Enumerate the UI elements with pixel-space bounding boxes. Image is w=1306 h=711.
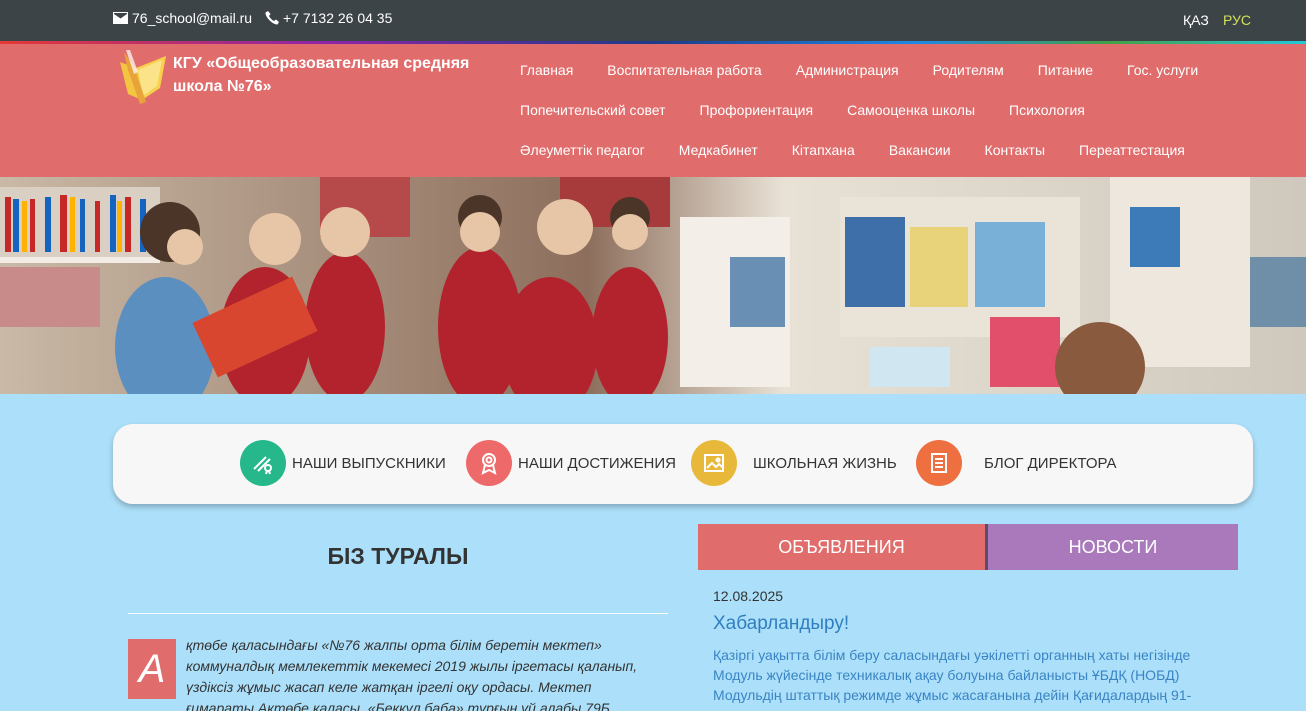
feature-label: НАШИ ДОСТИЖЕНИЯ: [518, 454, 676, 472]
about-dropcap: А: [128, 639, 176, 699]
image-icon: [691, 440, 737, 486]
top-bar: 76_school@mail.ru +7 7132 26 04 35 ҚАЗ Р…: [0, 0, 1306, 41]
nav-row: Главная Воспитательная работа Администра…: [503, 50, 1223, 90]
nav-item-home[interactable]: Главная: [503, 62, 590, 78]
nav-item-educational-work[interactable]: Воспитательная работа: [590, 62, 778, 78]
award-icon: [466, 440, 512, 486]
email-contact[interactable]: 76_school@mail.ru: [113, 10, 252, 26]
nav-item-contacts[interactable]: Контакты: [968, 142, 1062, 158]
phone-icon: [265, 11, 279, 25]
diploma-icon: [240, 440, 286, 486]
tab-news[interactable]: НОВОСТИ: [988, 524, 1238, 570]
main-nav: Главная Воспитательная работа Администра…: [503, 50, 1223, 170]
nav-item-administration[interactable]: Администрация: [779, 62, 916, 78]
nav-item-self-assessment[interactable]: Самооценка школы: [830, 102, 992, 118]
nav-row: Попечительский совет Профориентация Само…: [503, 90, 1223, 130]
site-header: КГУ «Общеобразовательная средняя школа №…: [0, 44, 1306, 177]
lang-kaz-link[interactable]: ҚАЗ: [1183, 12, 1209, 28]
school-name[interactable]: КГУ «Общеобразовательная средняя школа №…: [173, 52, 493, 98]
nav-item-public-services[interactable]: Гос. услуги: [1110, 62, 1215, 78]
document-icon: [916, 440, 962, 486]
about-divider: [128, 613, 668, 614]
feature-label: ШКОЛЬНАЯ ЖИЗНЬ: [753, 454, 897, 472]
news-title-link[interactable]: Хабарландыру!: [713, 613, 849, 635]
nav-item-vacancies[interactable]: Вакансии: [872, 142, 968, 158]
nav-item-library[interactable]: Кітапхана: [775, 142, 872, 158]
nav-item-social-pedagogue[interactable]: Әлеуметтік педагог: [503, 142, 662, 158]
feature-label: НАШИ ВЫПУСКНИКИ: [292, 454, 446, 472]
news-body-link[interactable]: Қазіргі уақытта білім беру саласындағы у…: [713, 645, 1213, 705]
nav-item-medical-office[interactable]: Медкабинет: [662, 142, 775, 158]
nav-item-recertification[interactable]: Переаттестация: [1062, 142, 1202, 158]
envelope-icon: [113, 12, 128, 24]
nav-row: Әлеуметтік педагог Медкабинет Кітапхана …: [503, 130, 1223, 170]
nav-item-board-of-trustees[interactable]: Попечительский совет: [503, 102, 683, 118]
about-title: БІЗ ТУРАЛЫ: [327, 543, 469, 569]
tab-announcements[interactable]: ОБЪЯВЛЕНИЯ: [698, 524, 985, 570]
news-date: 12.08.2025: [713, 588, 784, 604]
lang-rus-link[interactable]: РУС: [1223, 12, 1251, 28]
nav-item-career-guidance[interactable]: Профориентация: [683, 102, 831, 118]
hero-banner-image: [0, 177, 1306, 394]
phone-text: +7 7132 26 04 35: [283, 10, 393, 26]
school-logo[interactable]: [116, 48, 170, 106]
phone-contact[interactable]: +7 7132 26 04 35: [265, 10, 392, 26]
nav-item-psychology[interactable]: Психология: [992, 102, 1102, 118]
feature-graduates[interactable]: НАШИ ВЫПУСКНИКИ: [240, 440, 446, 486]
about-text: қтөбе қаласындағы «№76 жалпы орта білім …: [186, 637, 638, 711]
feature-achievements[interactable]: НАШИ ДОСТИЖЕНИЯ: [466, 440, 676, 486]
feature-label: БЛОГ ДИРЕКТОРА: [984, 454, 1117, 472]
nav-item-parents[interactable]: Родителям: [916, 62, 1021, 78]
features-card: НАШИ ВЫПУСКНИКИ НАШИ ДОСТИЖЕНИЯ ШКОЛЬНАЯ…: [113, 424, 1253, 504]
email-text: 76_school@mail.ru: [132, 10, 253, 26]
feature-school-life[interactable]: ШКОЛЬНАЯ ЖИЗНЬ: [691, 440, 897, 486]
nav-item-nutrition[interactable]: Питание: [1021, 62, 1110, 78]
feature-director-blog[interactable]: БЛОГ ДИРЕКТОРА: [916, 440, 1117, 486]
